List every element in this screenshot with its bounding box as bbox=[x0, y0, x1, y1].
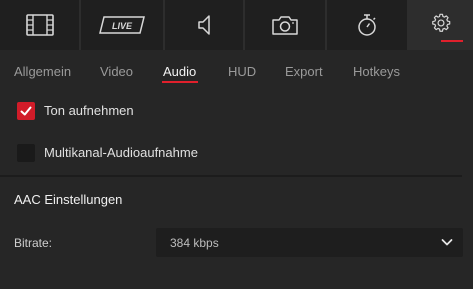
record-sound-option[interactable]: Ton aufnehmen bbox=[0, 91, 473, 131]
multichannel-option[interactable]: Multikanal-Audioaufnahme bbox=[0, 133, 473, 173]
camera-icon bbox=[272, 16, 298, 35]
tab-audio[interactable]: Audio bbox=[163, 64, 196, 79]
speaker-icon bbox=[198, 15, 210, 35]
tab-general[interactable]: Allgemein bbox=[14, 64, 71, 79]
audio-mode-button[interactable] bbox=[165, 0, 243, 50]
stopwatch-icon bbox=[358, 14, 376, 36]
tab-video[interactable]: Video bbox=[100, 64, 133, 79]
settings-tabs: Allgemein Video Audio HUD Export Hotkeys bbox=[0, 50, 473, 92]
bitrate-label: Bitrate: bbox=[14, 236, 53, 250]
settings-mode-button[interactable] bbox=[409, 0, 473, 50]
tab-hud[interactable]: HUD bbox=[228, 64, 256, 79]
section-divider bbox=[0, 175, 462, 177]
screenshot-mode-button[interactable] bbox=[245, 0, 325, 50]
active-tab-indicator bbox=[162, 81, 198, 83]
gear-icon bbox=[432, 13, 451, 32]
record-sound-label: Ton aufnehmen bbox=[44, 103, 134, 118]
live-icon: LIVE bbox=[99, 16, 145, 34]
bitrate-value: 384 kbps bbox=[170, 236, 219, 250]
checkmark-icon bbox=[20, 106, 32, 116]
chevron-down-icon bbox=[441, 239, 453, 246]
tab-hotkeys[interactable]: Hotkeys bbox=[353, 64, 400, 79]
bitrate-select[interactable]: 384 kbps bbox=[156, 228, 463, 257]
live-icon-label: LIVE bbox=[112, 21, 133, 31]
record-sound-checkbox[interactable] bbox=[17, 102, 35, 120]
active-mode-indicator bbox=[441, 40, 463, 42]
aac-section-title: AAC Einstellungen bbox=[14, 192, 123, 207]
multichannel-label: Multikanal-Audioaufnahme bbox=[44, 145, 198, 160]
live-mode-button[interactable]: LIVE bbox=[81, 0, 163, 50]
benchmark-mode-button[interactable] bbox=[327, 0, 407, 50]
multichannel-checkbox[interactable] bbox=[17, 144, 35, 162]
tab-export[interactable]: Export bbox=[285, 64, 323, 79]
video-mode-button[interactable] bbox=[0, 0, 79, 50]
film-icon bbox=[25, 14, 54, 36]
top-toolbar: LIVE bbox=[0, 0, 473, 50]
scrollbar[interactable] bbox=[463, 92, 473, 289]
